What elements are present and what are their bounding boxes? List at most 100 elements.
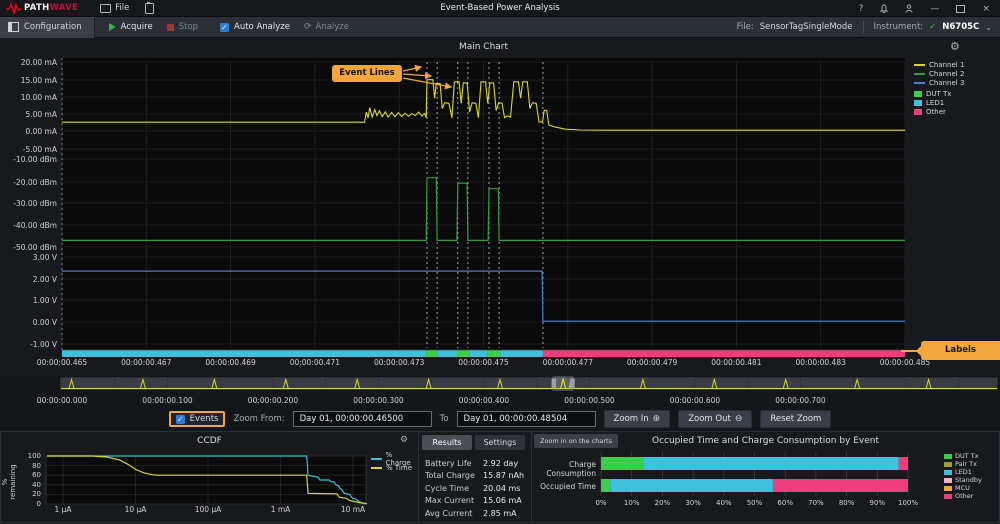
- maximize-icon[interactable]: [956, 5, 965, 13]
- zoom-in-icon: ⊕: [653, 414, 661, 424]
- reset-zoom-button[interactable]: Reset Zoom: [760, 410, 831, 428]
- analyze-button[interactable]: ⟳ Analyze: [304, 22, 349, 32]
- auto-analyze-checkbox[interactable]: ✓ Auto Analyze: [220, 22, 290, 32]
- table-row: Cycle Time 20.04 ms: [419, 484, 531, 496]
- brand-part1: PATH: [24, 3, 49, 13]
- legend-label: DUT Tx: [955, 452, 979, 460]
- y-tick-label: -20.00 dBm: [0, 178, 57, 187]
- window-icon: [100, 4, 111, 13]
- occupied-panel: Occupied Time and Charge Consumption by …: [531, 431, 1000, 523]
- legend-swatch: [914, 109, 922, 115]
- zoom-out-button[interactable]: Zoom Out ⊖: [678, 410, 752, 428]
- timeline-tick-label: 00:00:00.000: [22, 396, 102, 405]
- toolbar: Configuration Acquire Stop ✓ Auto Analyz…: [0, 17, 1000, 38]
- main-chart-plot[interactable]: [0, 38, 1000, 375]
- play-icon: [109, 23, 116, 31]
- legend-swatch: [371, 467, 382, 469]
- x-tick-label: 50%: [740, 499, 770, 507]
- zoom-out-icon: ⊖: [735, 414, 743, 424]
- legend-label: Other: [955, 492, 973, 500]
- result-label: Cycle Time: [425, 484, 469, 493]
- main-chart-channel-legend: Channel 1Channel 2Channel 3: [914, 60, 964, 87]
- y-tick-label: 0.00 V: [0, 318, 57, 327]
- zoom-controls: ✓ Events Zoom From: To Zoom In ⊕ Zoom Ou…: [0, 407, 1000, 431]
- y-tick-label: 20.00 mA: [0, 58, 57, 67]
- instrument-ok-icon: ✓: [929, 22, 936, 32]
- main-chart-label-legend: DUT TxLED1Other: [914, 89, 951, 116]
- legend-label: % Time: [386, 464, 412, 472]
- legend-swatch: [944, 454, 952, 459]
- occupied-plot[interactable]: [532, 432, 1000, 524]
- zoom-in-button[interactable]: Zoom In ⊕: [604, 410, 671, 428]
- table-row: Avg Current2.85 mA: [419, 509, 531, 521]
- result-label: Max Current: [425, 496, 474, 505]
- clipboard-icon[interactable]: [145, 3, 154, 14]
- x-tick-label: 00:00:00.473: [359, 358, 439, 367]
- x-tick-label: 00:00:00.465: [22, 358, 102, 367]
- legend-label: Pair Tx: [955, 460, 977, 468]
- y-tick-label: 2.00 V: [0, 275, 57, 284]
- x-tick-label: 100%: [893, 499, 923, 507]
- legend-swatch: [944, 470, 952, 475]
- zoom-from-input[interactable]: [293, 411, 432, 427]
- instrument-value[interactable]: N6705C: [942, 22, 979, 32]
- minimize-icon[interactable]: —: [930, 4, 939, 14]
- file-menu[interactable]: File: [100, 3, 129, 13]
- checkbox-check-icon: ✓: [176, 415, 185, 424]
- labels-callout: Labels: [921, 341, 1000, 360]
- x-tick-label: 100 µA: [178, 505, 238, 514]
- x-tick-label: 30%: [678, 499, 708, 507]
- configuration-button[interactable]: Configuration: [0, 17, 95, 38]
- separator: [863, 21, 864, 33]
- x-tick-label: 00:00:00.483: [781, 358, 861, 367]
- x-tick-label: 20%: [647, 499, 677, 507]
- x-tick-label: 70%: [801, 499, 831, 507]
- selection-handle-right[interactable]: [570, 379, 575, 389]
- result-value: 15.06 mA: [483, 496, 522, 505]
- x-tick-label: 0%: [586, 499, 616, 507]
- tab-results[interactable]: Results: [422, 435, 472, 450]
- legend-label: Standby: [955, 476, 982, 484]
- timeline-tick-label: 00:00:00.600: [655, 396, 735, 405]
- stop-button[interactable]: Stop: [167, 22, 198, 32]
- y-tick-label: 10.00 mA: [0, 93, 57, 102]
- legend-swatch: [914, 82, 925, 84]
- legend-label: LED1: [926, 99, 944, 107]
- result-label: Total Charge: [425, 471, 475, 480]
- acquire-button[interactable]: Acquire: [109, 22, 153, 32]
- checkbox-check-icon: ✓: [220, 23, 229, 32]
- legend-item: Other: [944, 492, 982, 500]
- y-tick-label: -10.00 dBm: [0, 155, 57, 164]
- chevron-down-icon[interactable]: ⌄: [985, 23, 992, 32]
- x-tick-label: 1 mA: [251, 505, 311, 514]
- timeline-tick-label: 00:00:00.500: [550, 396, 630, 405]
- legend-swatch: [944, 478, 952, 483]
- events-label: Events: [190, 414, 219, 424]
- tab-settings[interactable]: Settings: [475, 435, 525, 450]
- ccdf-legend: % Charge% Time: [371, 454, 418, 472]
- legend-label: Other: [926, 108, 946, 116]
- result-label: Avg Current: [425, 509, 472, 518]
- zoom-to-input[interactable]: [457, 411, 596, 427]
- notifications-icon[interactable]: [880, 4, 888, 13]
- legend-item: Channel 2: [914, 69, 964, 78]
- legend-label: Channel 2: [929, 70, 964, 78]
- x-tick-label: 40%: [709, 499, 739, 507]
- legend-item: Channel 3: [914, 78, 964, 87]
- pathwave-logo: PATHWAVE: [6, 2, 78, 14]
- user-icon[interactable]: [905, 4, 913, 13]
- help-icon[interactable]: ?: [859, 4, 864, 14]
- table-row: Max Current 15.06 mA: [419, 496, 531, 508]
- y-tick-label: -5.00 mA: [0, 145, 57, 154]
- configuration-label: Configuration: [24, 22, 82, 32]
- timeline-tick-label: 00:00:00.200: [233, 396, 313, 405]
- legend-swatch: [914, 73, 925, 75]
- legend-item: % Charge: [371, 454, 418, 463]
- events-checkbox[interactable]: ✓ Events: [169, 411, 226, 427]
- result-value: 20.04 ms: [483, 484, 520, 493]
- selection-handle-left[interactable]: [552, 379, 557, 389]
- legend-label: Channel 3: [929, 79, 964, 87]
- legend-swatch: [944, 494, 952, 499]
- close-icon[interactable]: ×: [982, 4, 990, 14]
- stop-label: Stop: [179, 22, 198, 32]
